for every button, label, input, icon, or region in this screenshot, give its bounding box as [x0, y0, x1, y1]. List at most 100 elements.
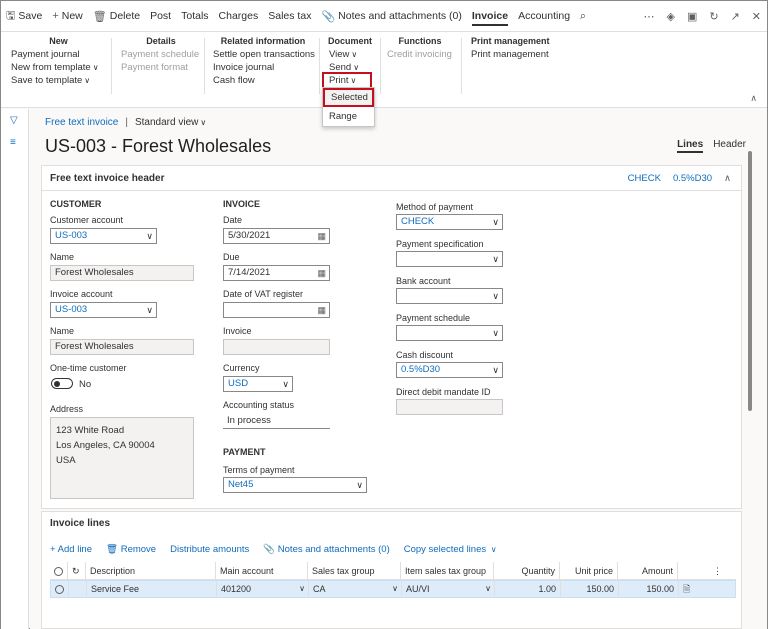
save-button[interactable]: 🖫 Save — [1, 1, 47, 32]
line-notes-button[interactable]: 📎 Notes and attachments (0) — [263, 544, 389, 555]
delete-button[interactable]: 🗑 Delete — [88, 1, 145, 32]
tab-accounting[interactable]: Accounting — [513, 1, 575, 32]
chevron-up-icon[interactable]: ∧ — [750, 93, 757, 104]
close-icon[interactable]: ✕ — [746, 1, 767, 32]
document-icon[interactable]: 🗎 — [679, 580, 727, 598]
chevron-down-icon: ∨ — [492, 254, 499, 264]
new-from-template-button[interactable]: New from template ∨ — [11, 61, 106, 74]
terms-field[interactable]: Net45 ∨ — [223, 477, 367, 493]
page-title: US-003 - Forest Wholesales — [45, 136, 272, 156]
sales-tax-button[interactable]: Sales tax — [263, 1, 316, 32]
method-label: Method of payment — [396, 202, 474, 212]
calendar-icon[interactable]: ▦ — [317, 229, 326, 243]
more-icon[interactable]: ⋮ — [678, 562, 726, 580]
due-field[interactable]: 7/14/2021 ▦ — [223, 265, 330, 281]
cell-unit-price[interactable]: 150.00 — [561, 580, 619, 598]
column-header[interactable]: Quantity — [494, 561, 560, 580]
chevron-up-icon[interactable]: ∧ — [724, 173, 731, 184]
card-header[interactable]: Free text invoice header CHECK 0.5%D30 ∧ — [42, 166, 741, 191]
spec-field[interactable]: ∨ — [396, 251, 503, 267]
view-button[interactable]: View ∨ — [324, 48, 376, 61]
tab-lines[interactable]: Lines — [677, 139, 704, 153]
cell-main-account[interactable]: 401200 ∨ — [217, 580, 309, 598]
address-line: USA — [56, 455, 76, 466]
onetime-toggle[interactable] — [51, 378, 73, 389]
column-header[interactable]: Description — [86, 561, 216, 580]
credit-invoicing-button[interactable]: Credit invoicing — [387, 48, 453, 61]
name-field: Forest Wholesales — [50, 265, 194, 281]
remove-button[interactable]: 🗑 Remove — [106, 544, 156, 555]
popout-icon[interactable]: ↗ — [725, 1, 746, 32]
add-line-button[interactable]: + Add line — [50, 544, 92, 555]
vat-date-field[interactable]: ▦ — [223, 302, 330, 318]
row-select-radio[interactable] — [51, 580, 69, 598]
cell-quantity[interactable]: 1.00 — [495, 580, 561, 598]
chevron-down-icon: ∨ — [299, 584, 305, 593]
breadcrumb-link[interactable]: Free text invoice — [45, 117, 118, 128]
diamond-icon[interactable]: ◈ — [660, 1, 680, 32]
settle-open-transactions-button[interactable]: Settle open transactions — [213, 48, 315, 61]
cell-amount[interactable]: 150.00 — [619, 580, 679, 598]
calendar-icon[interactable]: ▦ — [317, 266, 326, 280]
distribute-amounts-button[interactable]: Distribute amounts — [170, 544, 249, 555]
new-button[interactable]: + New — [47, 1, 87, 32]
ribbon-divider — [380, 38, 381, 94]
copy-selected-lines-button[interactable]: Copy selected lines ∨ — [404, 544, 497, 555]
post-button[interactable]: Post — [145, 1, 176, 32]
totals-button[interactable]: Totals — [176, 1, 213, 32]
print-selected-option[interactable]: Selected — [323, 88, 374, 107]
column-header[interactable]: Main account — [216, 561, 308, 580]
schedule-field[interactable]: ∨ — [396, 325, 503, 341]
bank-field[interactable]: ∨ — [396, 288, 503, 304]
discount-field[interactable]: 0.5%D30 ∨ — [396, 362, 503, 378]
tab-header[interactable]: Header — [713, 139, 746, 153]
scrollbar[interactable] — [748, 151, 752, 411]
cell-sales-tax-group[interactable]: CA ∨ — [309, 580, 402, 598]
search-icon[interactable]: ⌕ — [575, 1, 591, 32]
office-icon[interactable]: ▣ — [681, 1, 703, 32]
notes-button[interactable]: 📎 Notes and attachments (0) — [316, 1, 466, 32]
view-selector[interactable]: Standard view ∨ — [135, 117, 206, 128]
refresh-icon[interactable]: ↻ — [68, 561, 86, 580]
invoice-account-field[interactable]: US-003 ∨ — [50, 302, 157, 318]
lines-toolbar: + Add line 🗑 Remove Distribute amounts 📎… — [50, 544, 497, 555]
column-header[interactable]: Item sales tax group — [401, 561, 494, 580]
calendar-icon[interactable]: ▦ — [317, 303, 326, 317]
print-management-button[interactable]: Print management — [471, 48, 551, 61]
column-header[interactable]: Sales tax group — [308, 561, 401, 580]
print-range-option[interactable]: Range — [323, 107, 374, 126]
chevron-down-icon: ∨ — [485, 584, 491, 593]
schedule-label: Payment schedule — [396, 313, 471, 323]
tab-invoice[interactable]: Invoice — [467, 1, 513, 32]
column-header[interactable]: Unit price — [560, 561, 618, 580]
charges-button[interactable]: Charges — [214, 1, 264, 32]
payment-format-button[interactable]: Payment format — [121, 61, 201, 74]
cell-description[interactable]: Service Fee — [87, 580, 217, 598]
cell-item-sales-tax-group[interactable]: AU/VI ∨ — [402, 580, 495, 598]
chevron-down-icon: ∨ — [146, 231, 153, 241]
currency-field[interactable]: USD ∨ — [223, 376, 293, 392]
chevron-down-icon: ∨ — [392, 584, 398, 593]
onetime-label: One-time customer — [50, 363, 127, 373]
table-row[interactable]: Service Fee 401200 ∨ CA ∨ AU/VI ∨ 1.00 150.… — [50, 580, 736, 598]
customer-account-field[interactable]: US-003 ∨ — [50, 228, 157, 244]
chevron-down-icon: ∨ — [356, 480, 363, 490]
grid-header-row: ↻ Description Main account Sales tax gro… — [50, 561, 736, 580]
list-icon[interactable]: ≡ — [10, 137, 16, 148]
address-line: Los Angeles, CA 90004 — [56, 440, 155, 451]
save-to-template-button[interactable]: Save to template ∨ — [11, 74, 106, 87]
payment-journal-button[interactable]: Payment journal — [11, 48, 106, 61]
ribbon-group-related: Related information Settle open transact… — [213, 34, 315, 87]
filter-icon[interactable]: ▽ — [10, 115, 18, 126]
method-field[interactable]: CHECK ∨ — [396, 214, 503, 230]
column-header[interactable]: Amount — [618, 561, 678, 580]
payment-schedule-button[interactable]: Payment schedule — [121, 48, 201, 61]
date-field[interactable]: 5/30/2021 ▦ — [223, 228, 330, 244]
invoice-field — [223, 339, 330, 355]
cash-flow-button[interactable]: Cash flow — [213, 74, 313, 87]
ribbon-group-title: New — [49, 36, 68, 46]
more-icon[interactable]: ⋯ — [637, 1, 660, 32]
select-all-radio[interactable] — [50, 561, 68, 580]
invoice-journal-button[interactable]: Invoice journal — [213, 61, 313, 74]
refresh-icon[interactable]: ↻ — [703, 1, 724, 32]
